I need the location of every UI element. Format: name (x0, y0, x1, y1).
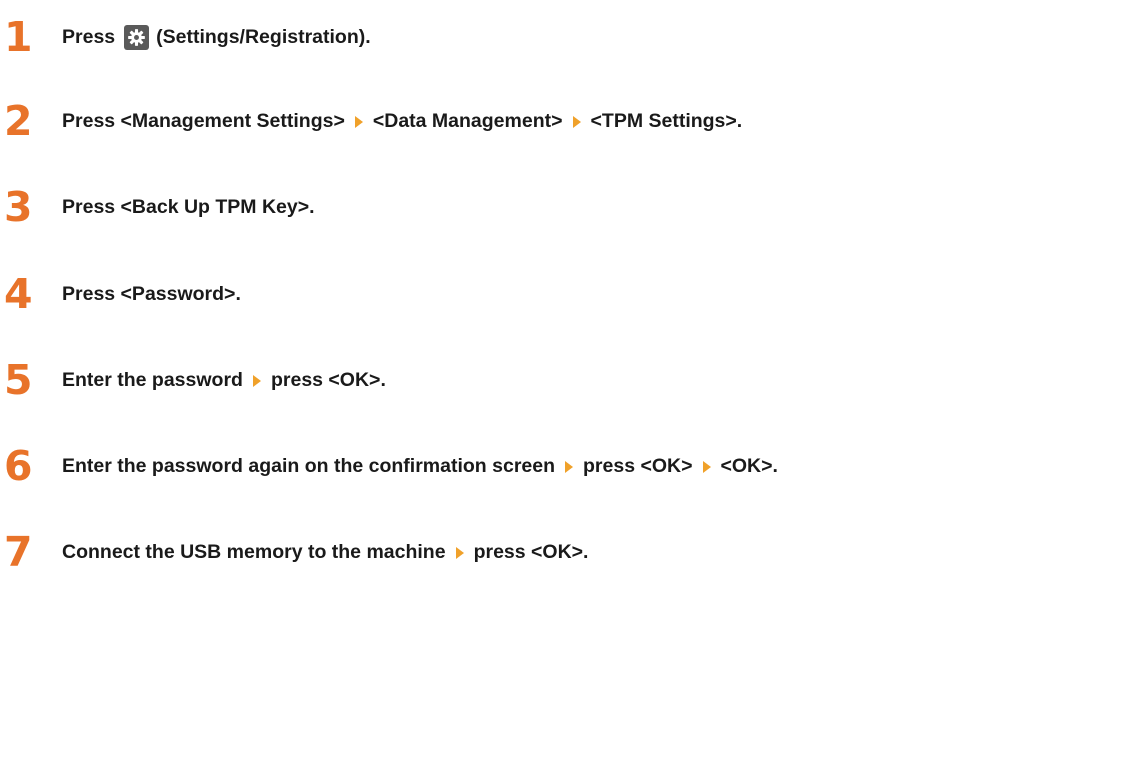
step-text-part: press <OK>. (473, 540, 589, 563)
step-instruction: Enter the password again on the confirma… (62, 442, 778, 490)
step-instruction: Press (Settings/Registration). (62, 13, 371, 61)
step-3: 3 Press <Back Up TPM Key>. (0, 183, 1146, 231)
step-number: 4 (4, 270, 33, 318)
step-5: 5 Enter the password press <OK>. (0, 356, 1146, 404)
step-instruction: Enter the password press <OK>. (62, 356, 386, 404)
next-arrow-icon (455, 547, 464, 559)
step-text-part: Press <Password>. (62, 282, 241, 305)
step-1: 1 Press (Settings/Registration). (0, 13, 1146, 61)
step-text-part: (Settings/Registration). (156, 25, 371, 48)
settings-gear-icon (124, 24, 150, 50)
step-instruction: Press <Back Up TPM Key>. (62, 183, 315, 231)
step-number: 3 (4, 183, 33, 231)
step-text-part: press <OK>. (270, 368, 386, 391)
step-text-part: Enter the password again on the confirma… (62, 454, 556, 477)
next-arrow-icon (702, 461, 711, 473)
step-text-part: Connect the USB memory to the machine (62, 540, 446, 563)
step-text-part: Press <Management Settings> (62, 109, 345, 132)
step-7: 7 Connect the USB memory to the machine … (0, 528, 1146, 576)
step-number: 6 (4, 442, 33, 490)
step-2: 2 Press <Management Settings> <Data Mana… (0, 97, 1146, 145)
step-text-part: Press (62, 25, 116, 48)
step-4: 4 Press <Password>. (0, 270, 1146, 318)
step-number: 7 (4, 528, 33, 576)
step-instruction: Connect the USB memory to the machine pr… (62, 528, 588, 576)
next-arrow-icon (565, 461, 574, 473)
next-arrow-icon (252, 375, 261, 387)
next-arrow-icon (354, 116, 363, 128)
step-text-part: <OK>. (720, 454, 778, 477)
next-arrow-icon (572, 116, 581, 128)
step-6: 6 Enter the password again on the confir… (0, 442, 1146, 490)
step-text-part: <Data Management> (372, 109, 563, 132)
step-text-part: Press <Back Up TPM Key>. (62, 195, 315, 218)
step-text-part: Enter the password (62, 368, 243, 391)
step-instruction: Press <Password>. (62, 270, 241, 318)
procedure-steps: 1 Press (Settings/Registration). 2 Press… (0, 0, 1146, 769)
step-number: 2 (4, 97, 33, 145)
step-text-part: <TPM Settings>. (590, 109, 743, 132)
step-number: 5 (4, 356, 33, 404)
step-number: 1 (4, 13, 33, 61)
step-instruction: Press <Management Settings> <Data Manage… (62, 97, 742, 145)
step-text-part: press <OK> (583, 454, 693, 477)
